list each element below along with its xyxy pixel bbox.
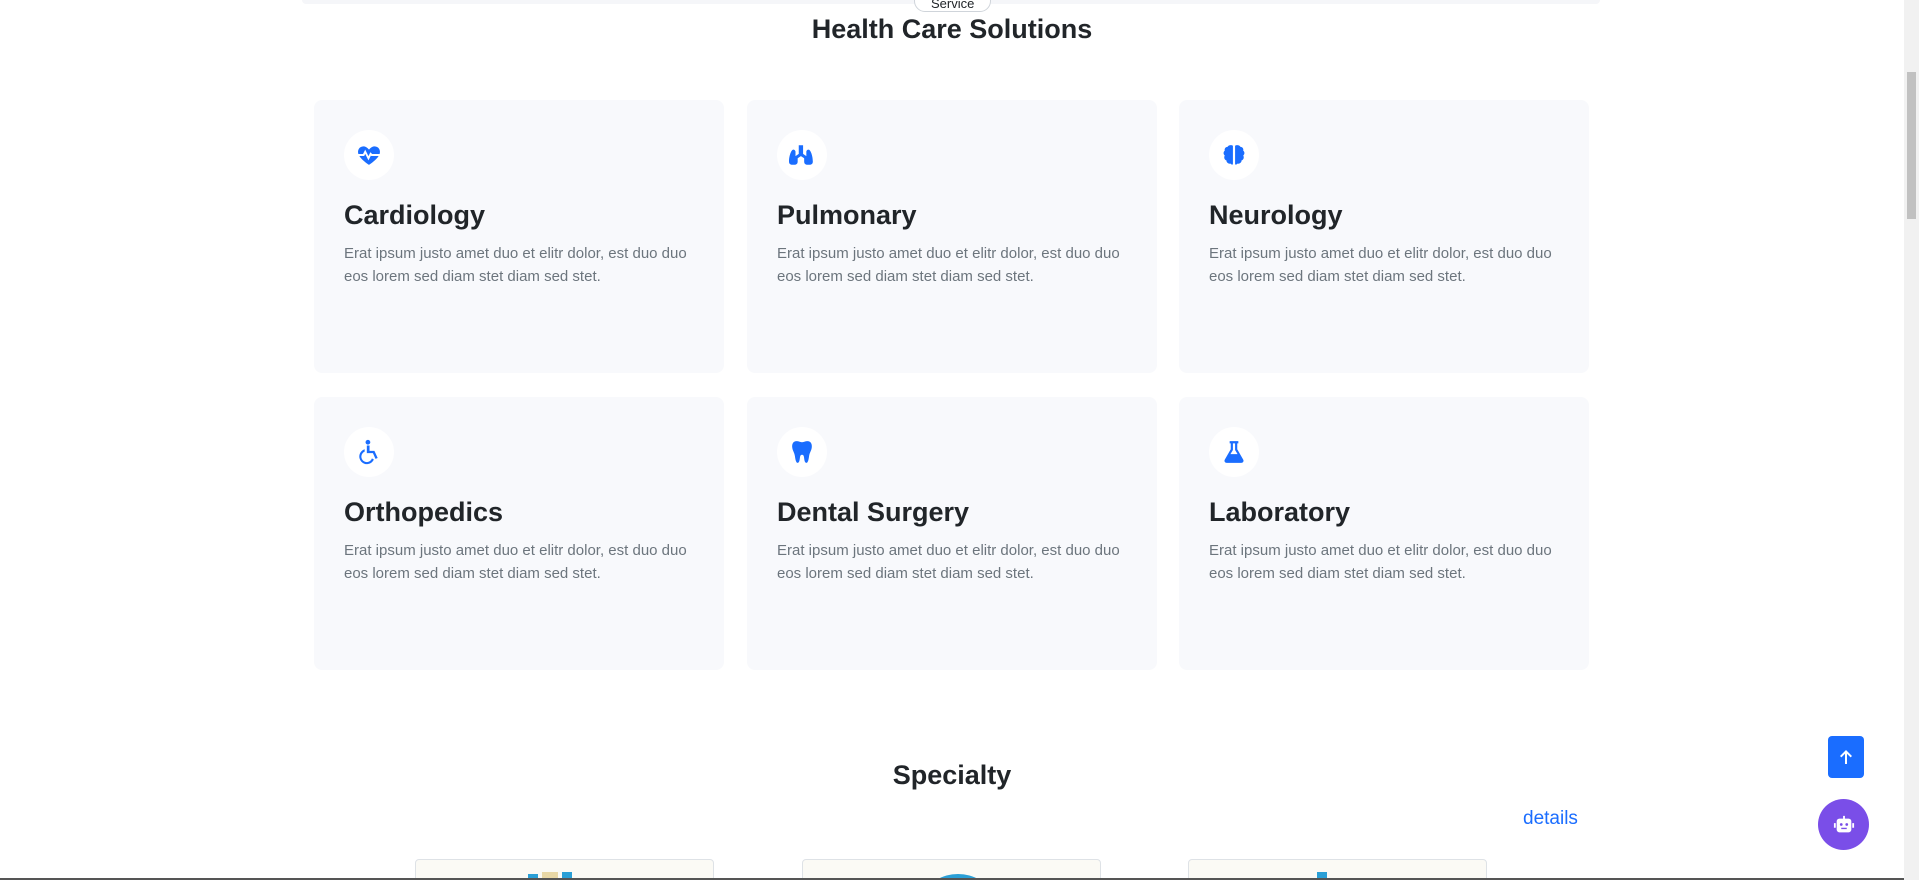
section-badge: Service — [914, 0, 992, 12]
specialty-thumbnail[interactable] — [802, 859, 1101, 880]
card-title: Pulmonary — [777, 200, 917, 230]
lungs-icon — [777, 130, 827, 180]
service-card-cardiology[interactable]: Cardiology Erat ipsum justo amet duo et … — [314, 100, 724, 373]
back-to-top-button[interactable] — [1828, 736, 1864, 778]
robot-icon — [1833, 815, 1854, 832]
card-title: Laboratory — [1209, 497, 1351, 527]
service-card-neurology[interactable]: Neurology Erat ipsum justo amet duo et e… — [1179, 100, 1589, 373]
flask-icon — [1209, 427, 1259, 477]
details-link[interactable]: details — [1523, 808, 1578, 830]
tooth-icon — [777, 427, 827, 477]
chatbot-button[interactable] — [1818, 799, 1869, 850]
card-title: Dental Surgery — [777, 497, 970, 527]
card-text: Erat ipsum justo amet duo et elitr dolor… — [777, 245, 1120, 285]
card-title: Orthopedics — [344, 497, 504, 527]
wheelchair-icon — [344, 427, 394, 477]
page-scrollbar[interactable] — [1904, 0, 1919, 880]
arrow-up-icon — [1840, 750, 1852, 764]
heartbeat-icon — [344, 130, 394, 180]
card-text: Erat ipsum justo amet duo et elitr dolor… — [344, 245, 687, 285]
brain-icon — [1209, 130, 1259, 180]
page: Service Health Care Solutions Cardiology… — [0, 0, 1919, 880]
card-title: Cardiology — [344, 200, 486, 230]
specialty-title: Specialty — [892, 760, 1012, 790]
card-text: Erat ipsum justo amet duo et elitr dolor… — [777, 542, 1120, 582]
service-card-orthopedics[interactable]: Orthopedics Erat ipsum justo amet duo et… — [314, 397, 724, 670]
card-text: Erat ipsum justo amet duo et elitr dolor… — [1209, 245, 1552, 285]
service-card-laboratory[interactable]: Laboratory Erat ipsum justo amet duo et … — [1179, 397, 1589, 670]
specialty-thumbnail[interactable] — [1188, 859, 1487, 880]
service-card-dental-surgery[interactable]: Dental Surgery Erat ipsum justo amet duo… — [747, 397, 1157, 670]
card-text: Erat ipsum justo amet duo et elitr dolor… — [1209, 542, 1552, 582]
scrollbar-thumb[interactable] — [1907, 72, 1916, 219]
card-text: Erat ipsum justo amet duo et elitr dolor… — [344, 542, 687, 582]
service-card-pulmonary[interactable]: Pulmonary Erat ipsum justo amet duo et e… — [747, 100, 1157, 373]
specialty-thumbnail[interactable] — [415, 859, 714, 880]
card-title: Neurology — [1209, 200, 1343, 230]
section-title: Health Care Solutions — [811, 14, 1093, 44]
